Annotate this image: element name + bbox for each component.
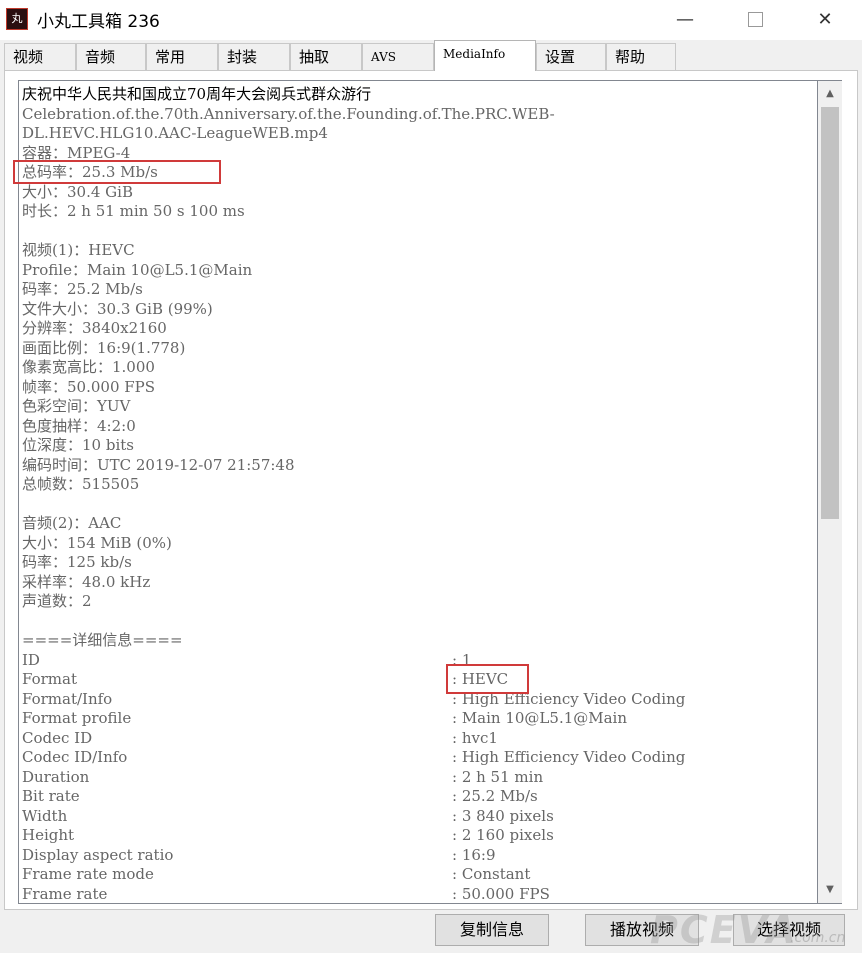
mediainfo-text: 庆祝中华人民共和国成立70周年大会阅兵式群众游行 Celebration.of.… [22,85,685,904]
detail-row: Format profile : Main 10@L5.1@Main [22,709,627,729]
detail-key: Format profile [22,709,132,727]
info-line: 分辨率：3840x2160 [22,319,167,337]
detail-value: : 2 h 51 min [452,767,544,786]
tab-strip: 视频 音频 常用 封装 抽取 AVS MediaInfo 设置 帮助 [0,40,862,71]
info-line: 编码时间：UTC 2019-12-07 21:57:48 [22,455,295,474]
detail-key: Width [22,806,68,825]
detail-key: Duration [22,767,90,786]
detail-value: : Constant [452,865,531,883]
tab-common[interactable]: 常用 [146,43,218,70]
info-line: 音频(2)：AAC [22,514,122,532]
scroll-thumb[interactable] [821,107,839,519]
detail-row: Codec ID : hvc1 [22,729,555,749]
highlight-format [446,664,529,694]
detail-key: Display aspect ratio [22,845,174,864]
detail-row: Width : 3 840 pixels [22,807,555,827]
window-title: 小丸工具箱 236 [37,12,160,32]
tab-video[interactable]: 视频 [4,43,76,70]
info-line: 帧率：50.000 FPS [22,377,156,396]
detail-value: : Main 10@L5.1@Main [452,709,628,727]
title-bar: 丸 小丸工具箱 236 — ✕ [0,0,862,40]
maximize-button[interactable] [720,0,790,38]
info-line [22,495,555,515]
info-line: ====详细信息==== [22,631,183,649]
info-line: Profile：Main 10@L5.1@Main [22,260,253,279]
detail-value: : 3 840 pixels [452,806,554,825]
scroll-down-icon[interactable]: ▼ [818,879,842,901]
info-line: 大小：154 MiB (0%) [22,533,172,552]
info-line: DL.HEVC.HLG10.AAC-LeagueWEB.mp4 [22,124,328,142]
detail-key: Codec ID/Info [22,748,128,766]
detail-value: : High Efficiency Video Coding [452,748,686,766]
info-line: 文件大小：30.3 GiB (99%) [22,299,213,318]
scroll-up-icon[interactable]: ▲ [818,83,842,105]
tab-settings[interactable]: 设置 [536,43,606,70]
maximize-icon [747,11,763,27]
info-line: 位深度：10 bits [22,436,134,454]
info-line: 声道数：2 [22,592,92,610]
info-line: 码率：125 kb/s [22,553,132,571]
detail-row: Codec ID/Info : High Efficiency Video Cod… [22,748,685,768]
detail-row: Frame rate : 50.000 FPS [22,884,555,904]
info-line: 码率：25.2 Mb/s [22,280,143,298]
detail-key: Frame rate mode [22,865,154,883]
detail-key: Frame rate [22,884,108,903]
tab-avs[interactable]: AVS [362,43,434,70]
info-line: 大小：30.4 GiB [22,182,133,201]
detail-key: Format [22,670,77,688]
detail-value: : 16:9 [452,845,496,864]
info-line: 采样率：48.0 kHz [22,572,151,591]
detail-value: : 50.000 FPS [452,884,550,903]
tab-mediainfo[interactable]: MediaInfo [434,40,536,71]
close-button[interactable]: ✕ [790,0,860,38]
info-line: 庆祝中华人民共和国成立70周年大会阅兵式群众游行 [22,85,372,103]
watermark-domain: .com.cn [790,930,846,946]
tab-mux[interactable]: 封装 [218,43,290,70]
info-line [22,612,555,632]
info-line: Celebration.of.the.70th.Anniversary.of.t… [22,104,555,123]
detail-value: : hvc1 [452,728,498,747]
detail-value: : 25.2 Mb/s [452,787,538,805]
info-line: 时长：2 h 51 min 50 s 100 ms [22,202,245,220]
info-line: 画面比例：16:9(1.778) [22,338,186,357]
highlight-total-bitrate [13,160,221,184]
close-icon: ✕ [817,8,833,30]
watermark: PCEVA [650,908,798,952]
detail-row: Display aspect ratio : 16:9 [22,846,555,866]
detail-key: Codec ID [22,728,93,747]
info-line: 色度抽样：4:2:0 [22,416,136,435]
copy-info-button[interactable]: 复制信息 [435,914,549,946]
detail-row: Frame rate mode : Constant [22,865,555,885]
detail-key: Bit rate [22,787,80,805]
minimize-icon: — [676,8,694,30]
tab-audio[interactable]: 音频 [76,43,146,70]
detail-key: Height [22,826,75,844]
tab-extract[interactable]: 抽取 [290,43,362,70]
minimize-button[interactable]: — [650,0,720,38]
vertical-scrollbar[interactable]: ▲ ▼ [818,80,842,904]
info-line: 像素宽高比：1.000 [22,358,155,376]
tab-help[interactable]: 帮助 [606,43,676,70]
detail-value: : 2 160 pixels [452,826,554,844]
detail-key: Format/Info [22,689,113,708]
app-icon: 丸 [6,8,28,30]
detail-row: Duration : 2 h 51 min [22,768,555,788]
info-line: 色彩空间：YUV [22,397,131,415]
info-line: 总帧数：515505 [22,475,140,493]
mediainfo-textbox[interactable]: 庆祝中华人民共和国成立70周年大会阅兵式群众游行 Celebration.of.… [18,80,818,904]
detail-key: ID [22,650,40,669]
info-line [22,222,555,242]
detail-row: Height : 2 160 pixels [22,826,555,846]
info-line: 视频(1)：HEVC [22,241,135,259]
detail-row: Bit rate : 25.2 Mb/s [22,787,555,807]
